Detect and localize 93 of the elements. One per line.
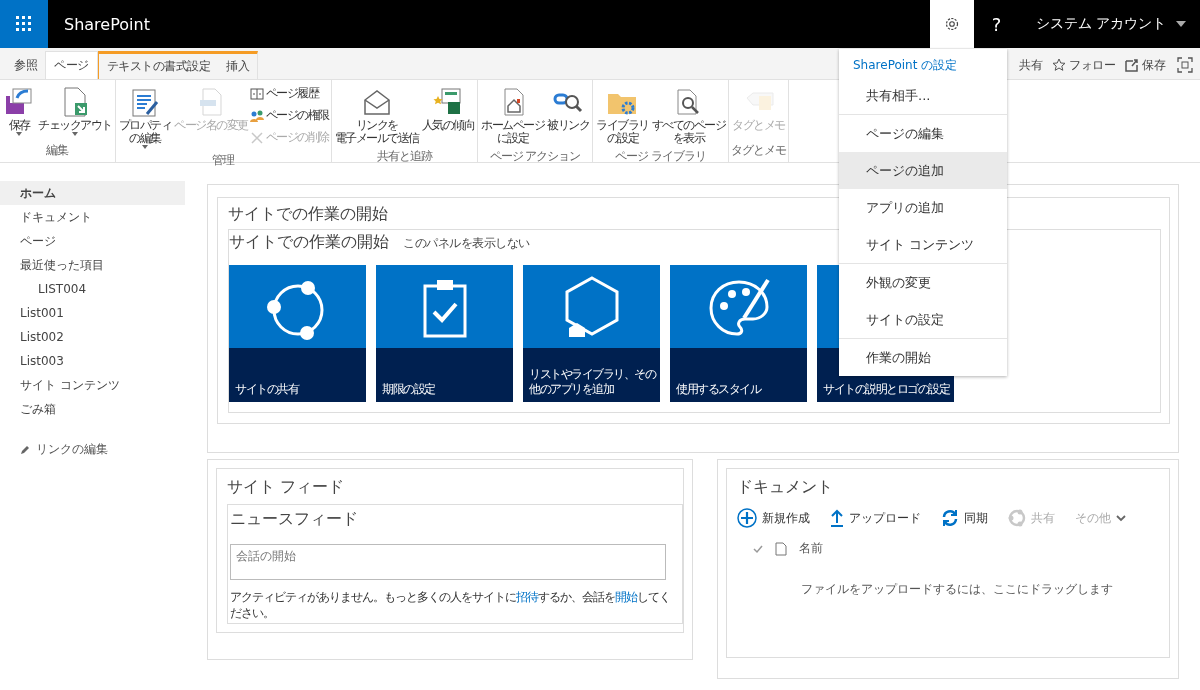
ribbon-command[interactable]: 人気の傾向: [420, 84, 475, 148]
share-icon: [1007, 509, 1026, 527]
document-command[interactable]: 新規作成: [736, 508, 810, 528]
star-icon: [1052, 58, 1066, 72]
conversation-input-field[interactable]: 会話の開始: [230, 544, 666, 580]
menu-header: SharePoint の設定: [852, 57, 959, 74]
ribbon-tab[interactable]: ページ: [45, 51, 98, 79]
getting-started-tile[interactable]: リストやライブラリ、その他のアプリを追加: [523, 265, 660, 402]
getting-started-tile[interactable]: サイトの共有: [229, 265, 366, 402]
nav-link[interactable]: List002: [0, 325, 185, 349]
help-button[interactable]: ?: [973, 0, 1020, 48]
ribbon-group-label: タグとメモ: [731, 142, 786, 159]
nav-link[interactable]: LIST004: [0, 277, 185, 301]
menu-item[interactable]: サイトの設定: [839, 301, 1007, 338]
ribbon-command[interactable]: チェックアウト: [37, 84, 113, 141]
app-title: SharePoint: [64, 14, 150, 34]
nav-link[interactable]: List001: [0, 301, 185, 325]
menu-item[interactable]: 共有相手...: [839, 77, 1007, 114]
ribbon-command[interactable]: ページの権限: [249, 106, 329, 125]
edit-links-link[interactable]: リンクの編集: [20, 441, 185, 458]
settings-icon: [943, 16, 960, 32]
ribbon-command[interactable]: リンクを 電子メールで送信: [333, 84, 420, 148]
caret-icon: [16, 132, 22, 137]
hide-panel-link[interactable]: このパネルを表示しない: [403, 235, 530, 252]
app-launcher-button[interactable]: [0, 0, 48, 48]
getting-started-tile[interactable]: 期限の設定: [376, 265, 513, 402]
menu-item[interactable]: 外観の変更: [839, 264, 1007, 301]
column-header[interactable]: 名前: [798, 540, 823, 557]
tile-label: リストやライブラリ、その他のアプリを追加: [529, 367, 656, 396]
menu-item[interactable]: サイト コンテンツ: [839, 226, 1007, 263]
ribbon-tab[interactable]: テキストの書式設定: [97, 51, 218, 79]
tile-label: 期限の設定: [382, 381, 435, 396]
panel-title: サイトでの作業の開始: [229, 232, 389, 253]
ribbon-command[interactable]: ホームページ に設定: [480, 84, 545, 148]
ribbon-group-label: 管理: [212, 152, 234, 170]
ribbon-action[interactable]: 共有: [1019, 51, 1042, 79]
web-part-title: サイト フィード: [227, 477, 345, 498]
document-command[interactable]: アップロード: [829, 509, 921, 527]
account-menu[interactable]: システム アカウント: [1019, 0, 1200, 48]
ribbon-action[interactable]: フォロー: [1052, 51, 1115, 79]
ribbon-command[interactable]: ページ履歴: [249, 84, 329, 103]
document-command[interactable]: 同期: [940, 509, 988, 527]
drop-hint: ファイルをアップロードするには、ここにドラッグします: [800, 581, 1114, 598]
no-activity-message: アクティビティがありません。もっと多くの人をサイトに招待するか、会話を開始してください。: [230, 590, 671, 622]
caret-icon: [141, 145, 148, 150]
ribbon-tab[interactable]: 挿入: [218, 51, 258, 79]
history-icon: [249, 86, 264, 101]
delete-icon: [249, 130, 264, 145]
newsfeed-title: ニュースフィード: [229, 509, 359, 530]
menu-item[interactable]: アプリの追加: [839, 189, 1007, 226]
ribbon-command[interactable]: ライブラリ の設定: [595, 84, 650, 148]
ribbon-group-label: 編集: [46, 142, 69, 159]
chevron-down-icon: [1115, 514, 1126, 522]
caret-icon: [1176, 21, 1186, 27]
getting-started-tile[interactable]: 使用するスタイル: [670, 265, 807, 402]
nav-link[interactable]: ごみ箱: [0, 397, 185, 421]
sync-icon: [940, 509, 959, 527]
upload-icon: [829, 509, 844, 527]
checkmark-icon: [752, 543, 763, 554]
inline-link[interactable]: 招待: [516, 590, 538, 604]
web-part-title: ドキュメント: [736, 477, 833, 498]
panel-title: サイトでの作業の開始: [228, 204, 388, 225]
pencil-icon: [20, 444, 30, 455]
nav-link[interactable]: ページ: [0, 229, 185, 253]
ribbon-group-label: ページ アクション: [489, 148, 581, 166]
ribbon-command[interactable]: プロパティ の編集: [117, 84, 172, 152]
inline-link[interactable]: 開始: [615, 590, 637, 604]
ribbon-action[interactable]: 保存: [1125, 51, 1165, 79]
plus-circle-icon: [736, 508, 757, 528]
menu-item[interactable]: ページの編集: [839, 115, 1007, 152]
ribbon-command[interactable]: すべてのページ を表示: [650, 84, 726, 148]
ribbon-group-label: 共有と追跡: [376, 148, 432, 166]
ribbon-command[interactable]: 被リンク: [546, 84, 590, 148]
tile-label: サイトの説明とロゴの設定: [823, 381, 949, 396]
ribbon-tab[interactable]: 参照: [6, 52, 45, 79]
document-icon: [774, 541, 787, 556]
nav-link[interactable]: List003: [0, 349, 185, 373]
focus-mode-icon[interactable]: [1177, 57, 1193, 73]
menu-item[interactable]: ページの追加: [839, 152, 1007, 189]
menu-item[interactable]: 作業の開始: [839, 339, 1007, 376]
tile-label: 使用するスタイル: [676, 381, 760, 396]
nav-link[interactable]: ホーム: [0, 181, 185, 205]
tile-label: サイトの共有: [235, 381, 298, 396]
save-icon: [1125, 58, 1139, 72]
settings-button[interactable]: [929, 0, 974, 48]
nav-link[interactable]: サイト コンテンツ: [0, 373, 185, 397]
nav-link[interactable]: 最近使った項目: [0, 253, 185, 277]
perm-icon: [249, 108, 264, 123]
ribbon-command[interactable]: 保存: [2, 84, 36, 141]
nav-link[interactable]: ドキュメント: [0, 205, 185, 229]
caret-icon: [71, 132, 78, 137]
waffle-icon: [16, 16, 32, 32]
ribbon-group-label: ページ ライブラリ: [615, 148, 706, 166]
